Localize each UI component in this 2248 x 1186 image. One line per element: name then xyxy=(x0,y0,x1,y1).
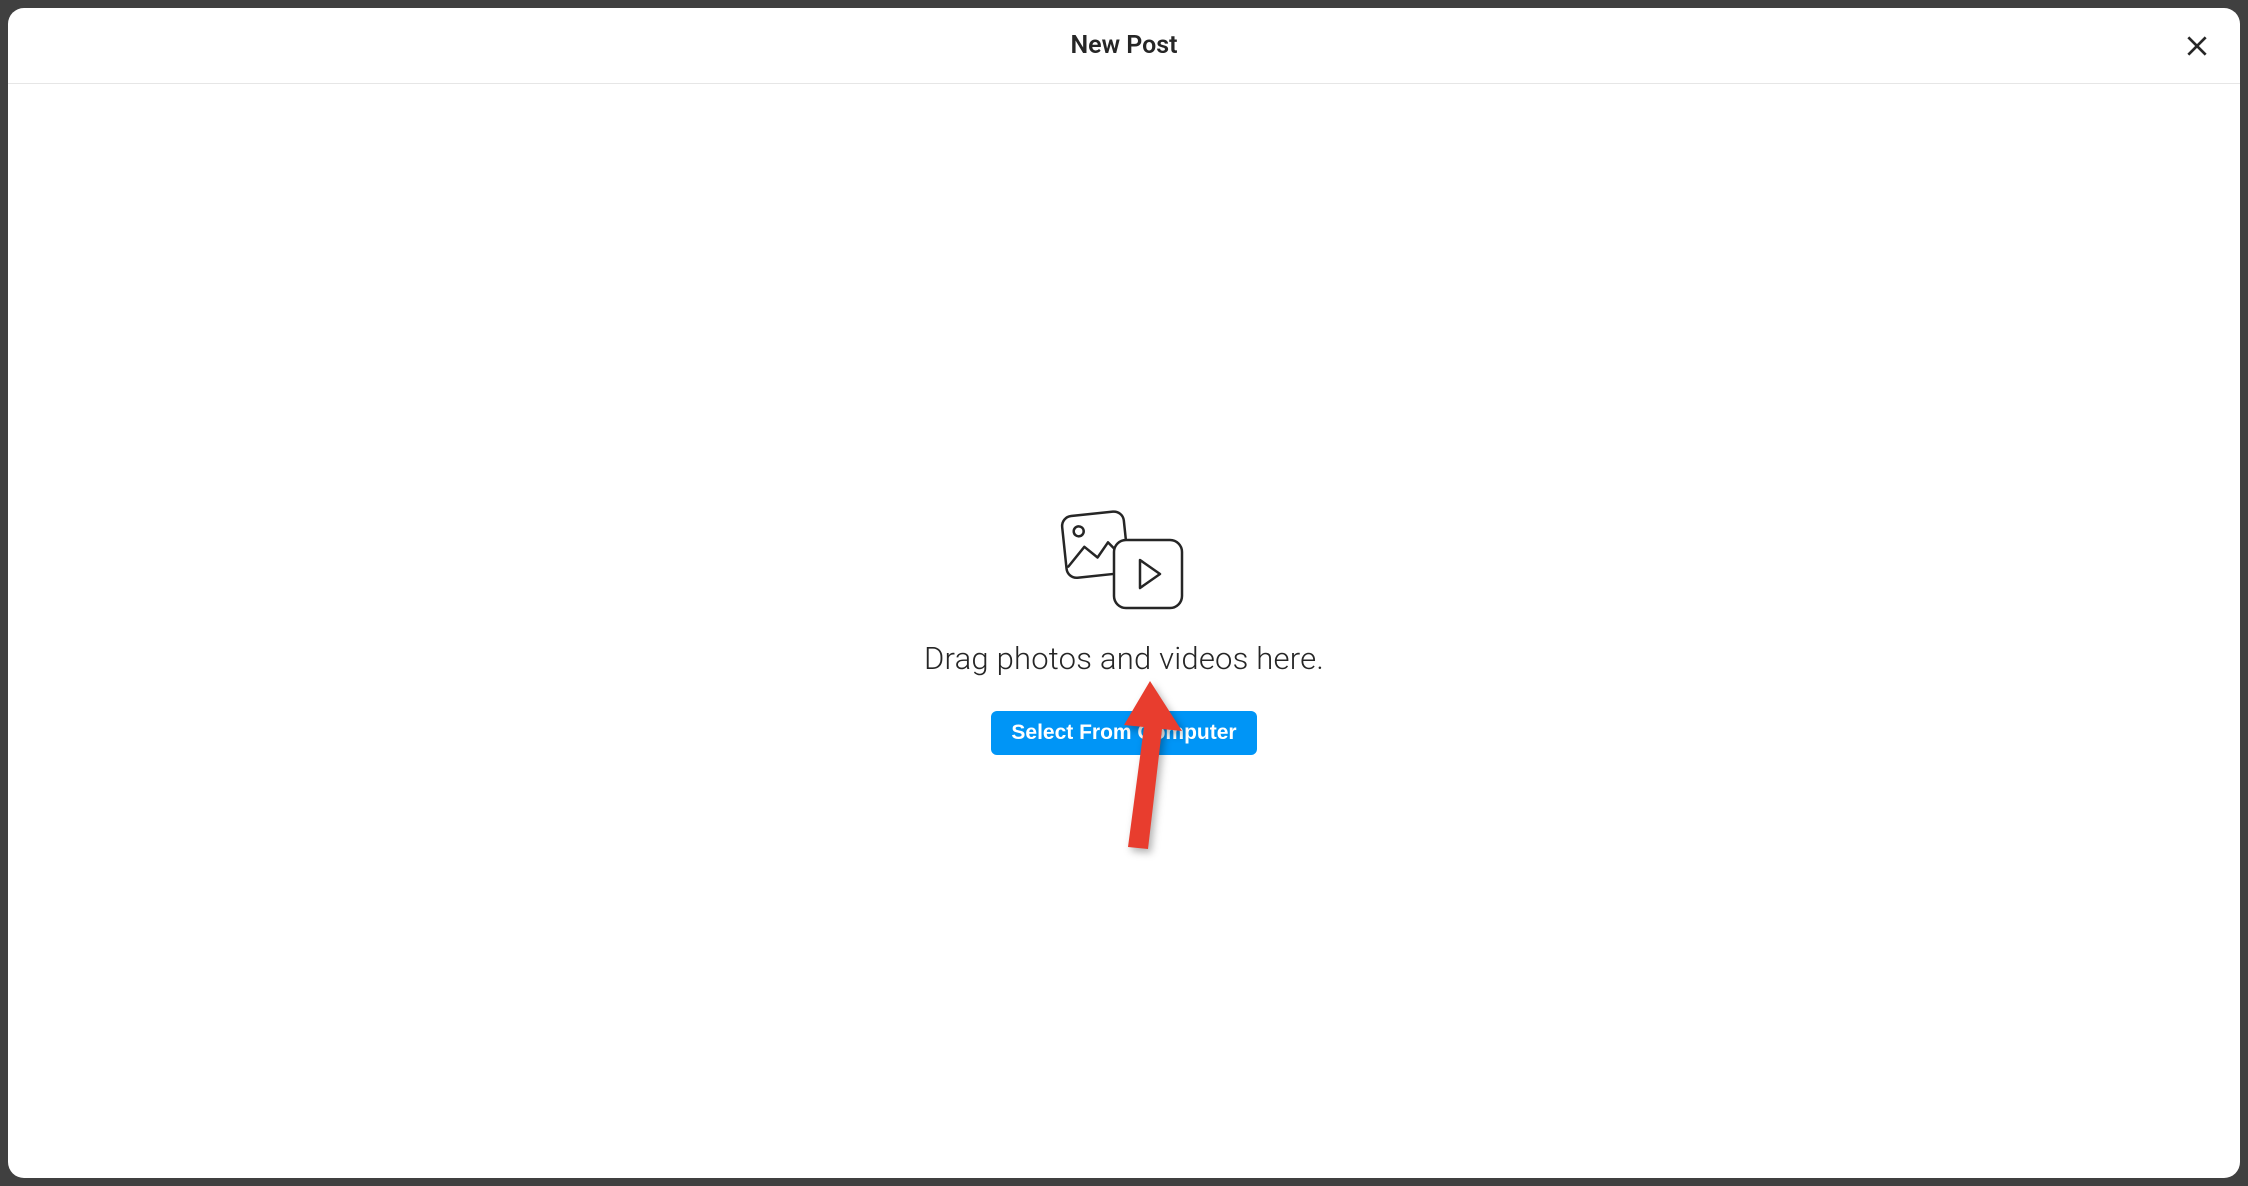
new-post-modal: New Post Drag ph xyxy=(8,8,2240,1178)
close-button[interactable] xyxy=(2178,27,2216,65)
modal-body[interactable]: Drag photos and videos here. Select From… xyxy=(8,84,2240,1178)
modal-title: New Post xyxy=(1070,31,1177,60)
media-icon xyxy=(1052,508,1196,616)
drop-instruction-text: Drag photos and videos here. xyxy=(924,640,1324,677)
modal-header: New Post xyxy=(8,8,2240,84)
select-from-computer-button[interactable]: Select From Computer xyxy=(991,711,1256,755)
close-icon xyxy=(2184,33,2210,59)
drop-area[interactable]: Drag photos and videos here. Select From… xyxy=(924,508,1324,755)
